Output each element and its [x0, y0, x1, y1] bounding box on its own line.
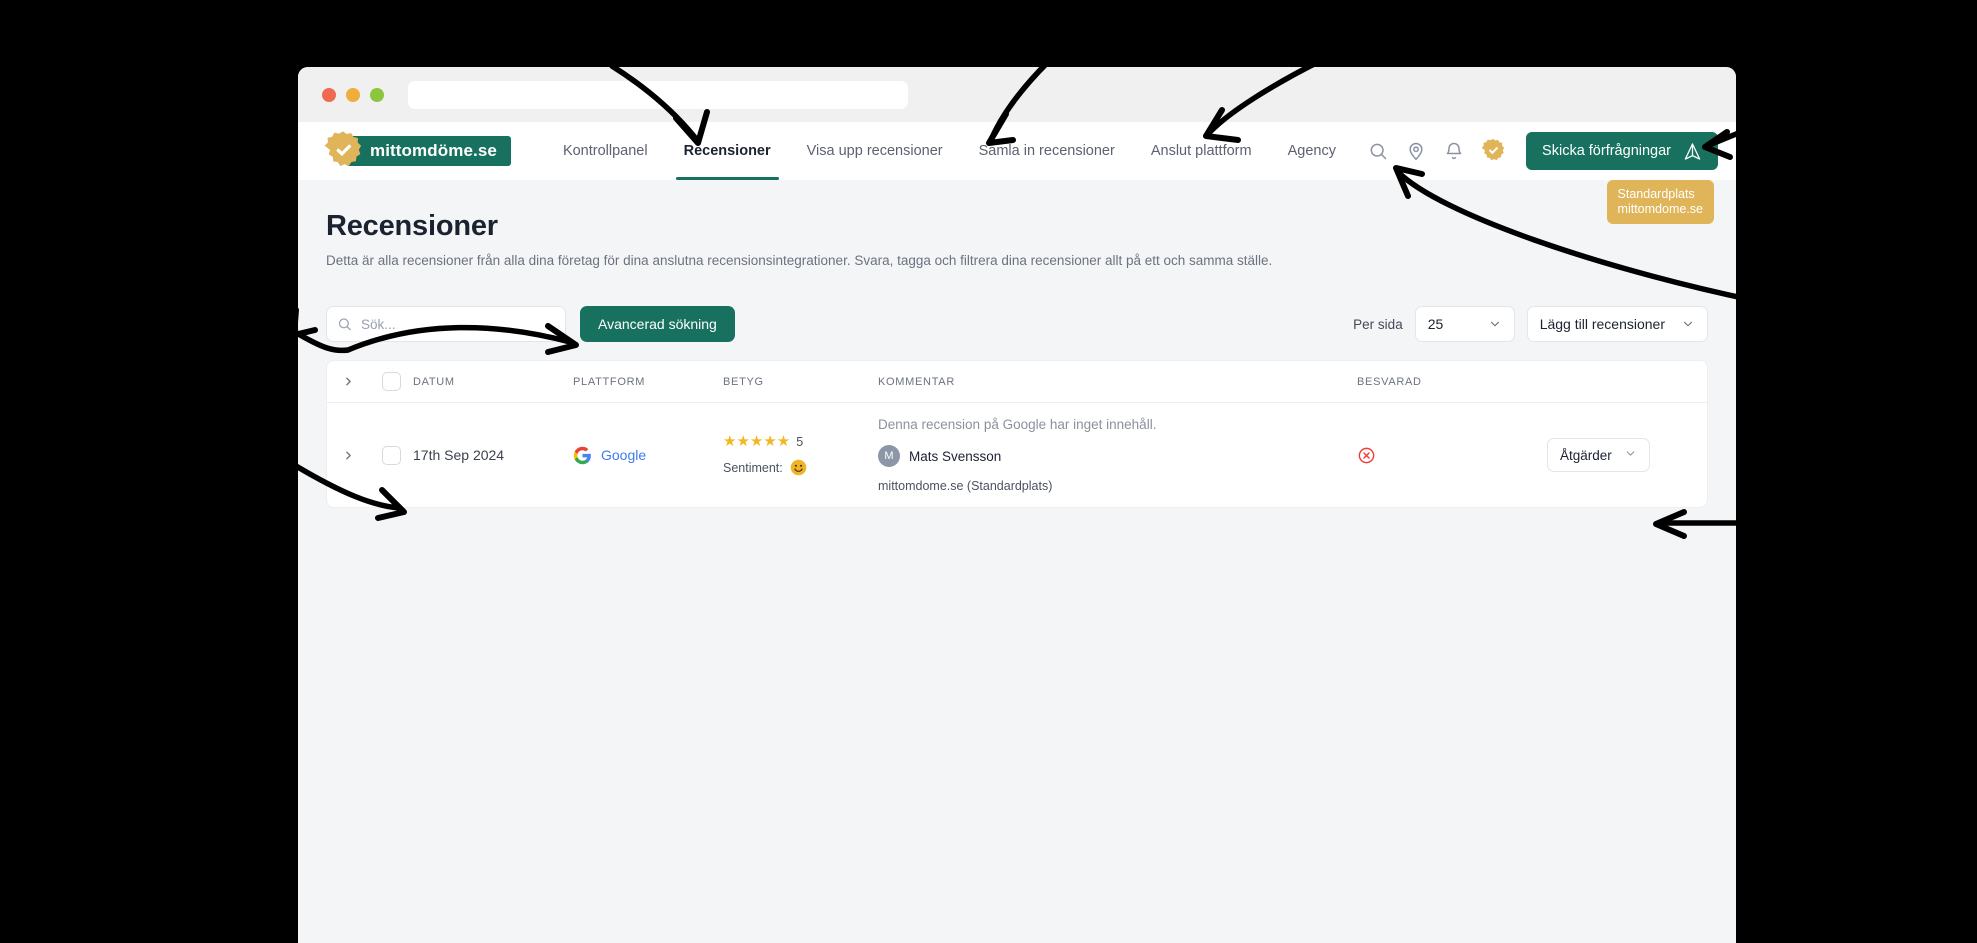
per-page-select[interactable]: 25 — [1414, 306, 1515, 342]
cell-answered — [1357, 446, 1547, 465]
column-header-kommentar: KOMMENTAR — [878, 375, 955, 388]
reviews-toolbar: Avancerad sökning Per sida 25 Lägg till … — [326, 306, 1708, 342]
brand-logo[interactable]: mittomdöme.se — [322, 130, 511, 172]
column-header-betyg: BETYG — [723, 375, 764, 388]
nav-item-visa-upp-recensioner[interactable]: Visa upp recensioner — [789, 122, 961, 180]
send-requests-button[interactable]: Skicka förfrågningar — [1526, 132, 1718, 170]
page-content: Recensioner Detta är alla recensioner fr… — [298, 180, 1736, 508]
column-header-plattform: PLATTFORM — [573, 375, 646, 388]
location-pin-icon[interactable] — [1404, 139, 1428, 163]
window-controls — [314, 87, 384, 102]
nav-actions: Skicka förfrågningar — [1366, 132, 1736, 170]
cell-comment: Denna recension på Google har inget inne… — [878, 417, 1357, 493]
maximize-window-button[interactable] — [370, 87, 384, 102]
circle-x-icon — [1357, 446, 1547, 465]
chevron-down-icon — [1624, 447, 1637, 463]
verified-rosette-icon — [322, 130, 364, 172]
row-actions-dropdown[interactable]: Åtgärder — [1547, 438, 1650, 472]
bell-icon[interactable] — [1442, 139, 1466, 163]
add-reviews-label: Lägg till recensioner — [1539, 316, 1665, 332]
cell-actions: Åtgärder — [1547, 438, 1707, 472]
row-checkbox[interactable] — [381, 445, 401, 465]
close-window-button[interactable] — [322, 87, 336, 102]
avatar: M — [878, 445, 900, 467]
search-icon[interactable] — [1366, 139, 1390, 163]
table-row: 17th Sep 2024 Google ★★★★★ 5 Sentiment: … — [327, 403, 1707, 507]
per-page-value: 25 — [1427, 316, 1444, 332]
chevron-down-icon — [1488, 317, 1502, 331]
reviewer-name: Mats Svensson — [909, 448, 1002, 464]
nav-links: Kontrollpanel Recensioner Visa upp recen… — [545, 122, 1354, 180]
table-header-row: DATUM PLATTFORM BETYG KOMMENTAR BESVARAD — [327, 361, 1707, 403]
chevron-down-icon — [1681, 317, 1695, 331]
nav-item-kontrollpanel[interactable]: Kontrollpanel — [545, 122, 666, 180]
toolbar-right-controls: Per sida 25 Lägg till recensioner — [1353, 306, 1708, 342]
column-header-datum: DATUM — [413, 375, 455, 388]
send-requests-label: Skicka förfrågningar — [1542, 143, 1671, 159]
review-source: mittomdome.se (Standardplats) — [878, 479, 1053, 493]
reviewer: M Mats Svensson — [878, 445, 1357, 467]
expand-all-chevron-icon[interactable] — [327, 375, 369, 388]
send-icon — [1683, 142, 1702, 161]
per-page-label: Per sida — [1353, 316, 1403, 332]
minimize-window-button[interactable] — [346, 87, 360, 102]
nav-item-recensioner[interactable]: Recensioner — [666, 122, 789, 180]
advanced-search-button[interactable]: Avancerad sökning — [580, 306, 735, 342]
cell-platform: Google — [573, 446, 723, 465]
sentiment-row: Sentiment: — [723, 459, 878, 476]
platform-name: Google — [601, 447, 647, 463]
rating-value: 5 — [796, 434, 804, 449]
select-all-checkbox[interactable] — [381, 372, 401, 391]
cell-date: 17th Sep 2024 — [413, 447, 505, 463]
top-navigation: mittomdöme.se Kontrollpanel Recensioner … — [298, 122, 1736, 224]
location-tooltip: Standardplats mittomdome.se — [1606, 180, 1714, 224]
nav-item-samla-in-recensioner[interactable]: Samla in recensioner — [961, 122, 1133, 180]
page-subtitle: Detta är alla recensioner från alla dina… — [326, 253, 1273, 268]
sentiment-label: Sentiment: — [723, 460, 783, 475]
nav-item-anslut-plattform[interactable]: Anslut plattform — [1133, 122, 1270, 180]
tooltip-title: Standardplats — [1617, 187, 1695, 201]
add-reviews-dropdown[interactable]: Lägg till recensioner — [1526, 306, 1708, 342]
search-input[interactable] — [326, 306, 566, 342]
search-field-wrapper — [326, 306, 566, 342]
row-actions-label: Åtgärder — [1560, 447, 1612, 463]
cell-rating: ★★★★★ 5 Sentiment: — [723, 434, 878, 476]
brand-name: mittomdöme.se — [346, 136, 511, 166]
page-title: Recensioner — [326, 210, 498, 242]
reviews-table-card: DATUM PLATTFORM BETYG KOMMENTAR BESVARAD… — [326, 360, 1708, 508]
comment-text: Denna recension på Google har inget inne… — [878, 417, 1157, 432]
expand-row-chevron-icon[interactable] — [327, 449, 369, 462]
url-bar[interactable] — [408, 80, 908, 109]
verified-badge-icon[interactable] — [1480, 138, 1506, 164]
google-g-icon — [573, 446, 592, 465]
tooltip-subtitle: mittomdome.se — [1617, 202, 1703, 216]
row-checkbox-cell — [369, 445, 413, 465]
star-rating-icon: ★★★★★ — [723, 433, 791, 450]
select-all-checkbox-cell — [369, 372, 413, 391]
nav-item-agency[interactable]: Agency — [1270, 122, 1354, 180]
column-header-besvarad: BESVARAD — [1357, 375, 1422, 388]
browser-window: mittomdöme.se Kontrollpanel Recensioner … — [298, 67, 1736, 943]
smiley-happy-icon — [790, 459, 807, 476]
browser-chrome — [298, 67, 1736, 122]
search-icon — [337, 317, 352, 332]
